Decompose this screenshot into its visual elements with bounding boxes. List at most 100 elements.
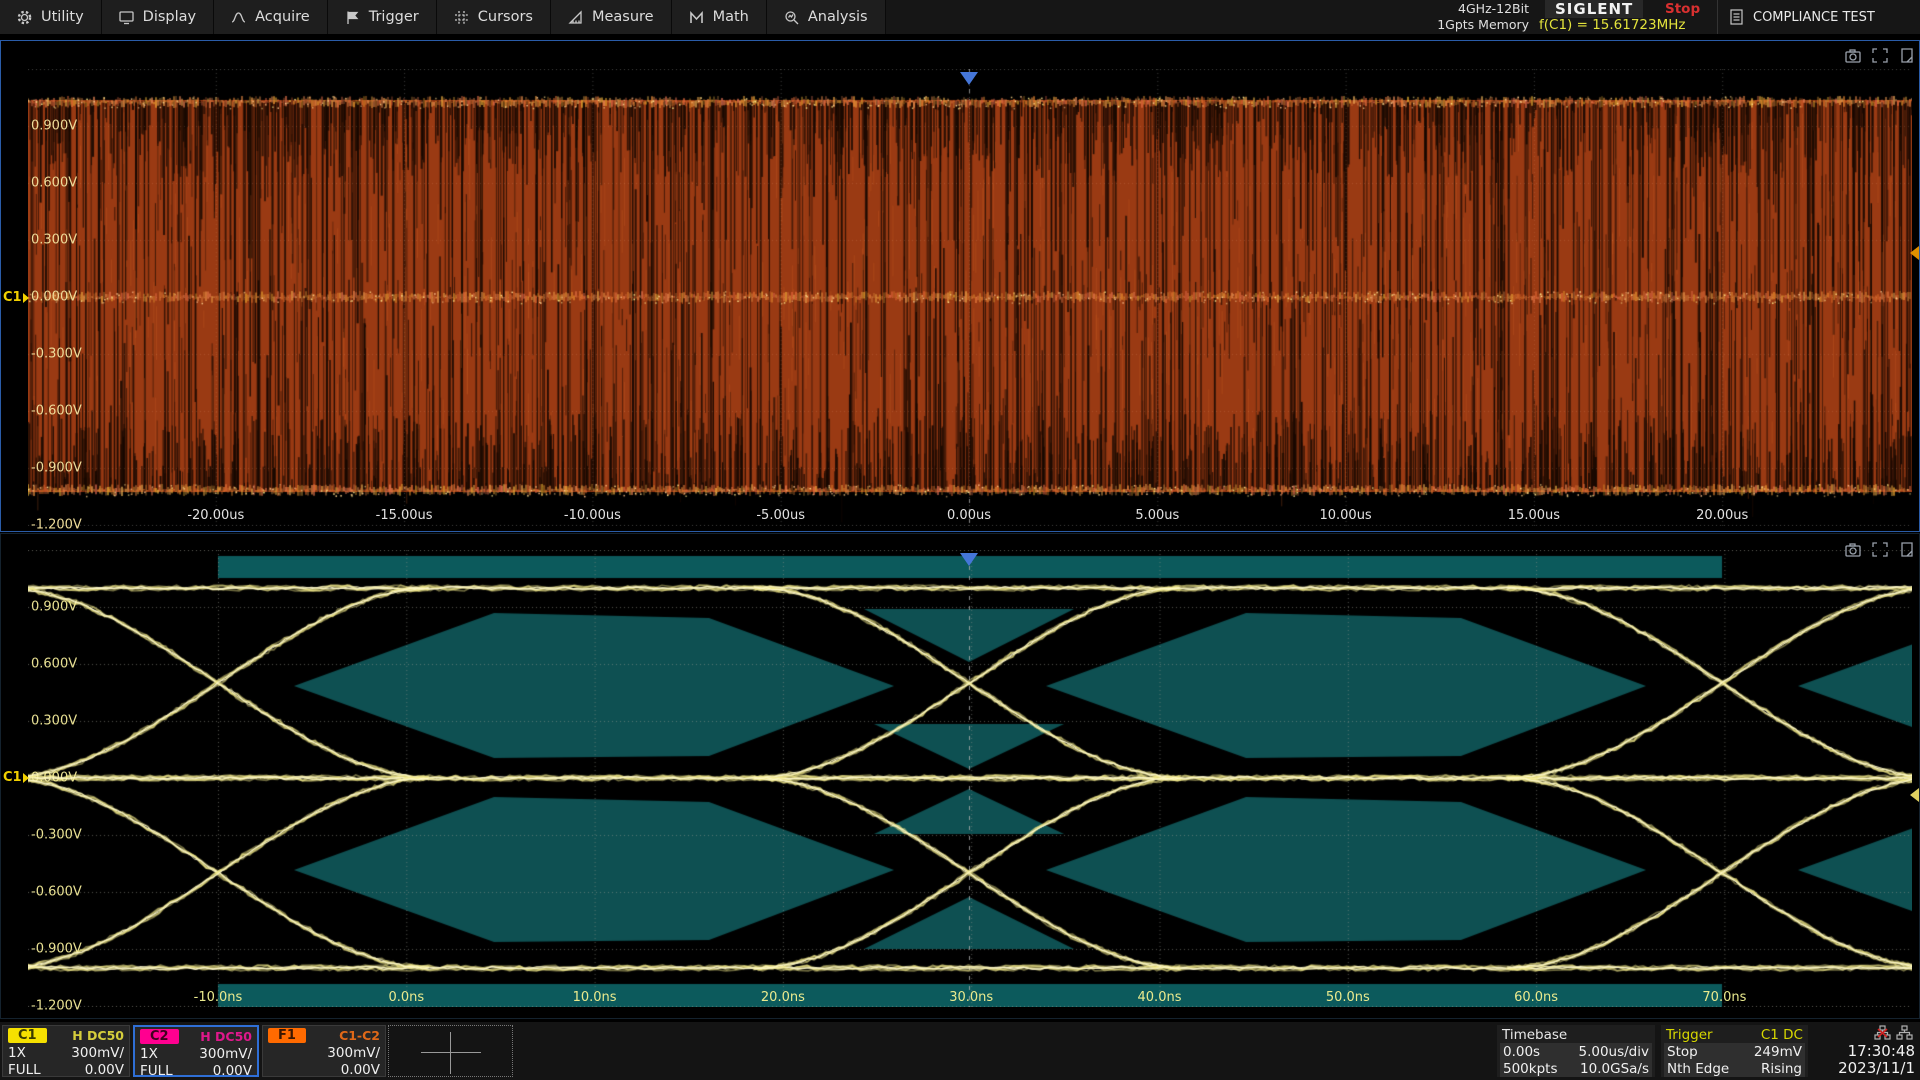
timebase-title: Timebase	[1502, 1027, 1567, 1043]
camera-icon[interactable]	[1845, 542, 1861, 557]
flag-icon	[345, 10, 360, 25]
menu-item-cursors[interactable]: Cursors	[437, 0, 551, 34]
menu-item-acquire[interactable]: Acquire	[214, 0, 328, 34]
page-flip-icon[interactable]	[1899, 542, 1915, 557]
p1-x-label: -10.00us	[564, 508, 621, 523]
atten-c1: 1X	[8, 1045, 26, 1061]
trigger-type: Nth Edge	[1667, 1061, 1729, 1077]
compliance-test-button[interactable]: COMPLIANCE TEST	[1717, 0, 1920, 34]
channel-offset-marker-eye[interactable]: C1	[3, 770, 29, 785]
right-arrow-icon	[23, 773, 29, 783]
scale-c1: 300mV/	[71, 1045, 124, 1061]
expand-icon[interactable]	[1872, 542, 1888, 557]
camera-icon[interactable]	[1845, 48, 1861, 63]
expand-icon[interactable]	[1872, 48, 1888, 63]
clipboard-icon	[1730, 9, 1743, 25]
scale-f1: 300mV/	[327, 1045, 380, 1061]
trigger-box[interactable]: TriggerC1 DC Stop249mV Nth EdgeRising	[1661, 1025, 1808, 1077]
acquisition-status[interactable]: Stop	[1665, 1, 1700, 17]
channel-offset-marker[interactable]: C1	[3, 290, 29, 305]
measure-icon	[568, 10, 583, 25]
crosshair-icon	[450, 1032, 451, 1074]
mode-label: COMPLIANCE TEST	[1753, 10, 1875, 25]
trigger-position-marker-eye[interactable]	[960, 553, 978, 566]
p2-x-label: 50.0ns	[1326, 990, 1370, 1005]
menu-item-analysis[interactable]: Analysis	[767, 0, 886, 34]
channel-box-f1[interactable]: F1 C1-C2 300mV/ 0.00V	[262, 1025, 386, 1077]
coupling-c1: H DC50	[72, 1028, 124, 1043]
eye-level-marker[interactable]	[1910, 788, 1919, 802]
status-bar: C1H DC50 1X300mV/ FULL0.00V C2H DC50 1X3…	[0, 1021, 1920, 1080]
source-f1: C1-C2	[339, 1028, 380, 1043]
gear-icon	[17, 10, 32, 25]
p1-y-label: -0.600V	[31, 404, 82, 419]
channel-box-c2[interactable]: C2H DC50 1X300mV/ FULL0.00V	[133, 1025, 259, 1077]
timebase-scale: 5.00us/div	[1578, 1044, 1649, 1060]
menu-item-label: Measure	[592, 9, 654, 25]
offset-c2: 0.00V	[213, 1063, 252, 1079]
menu-item-label: Trigger	[369, 9, 419, 25]
trigger-status: Stop	[1667, 1044, 1698, 1060]
menu-item-utility[interactable]: Utility	[0, 0, 102, 34]
hardware-info: 4GHz-12Bit 1Gpts Memory	[1379, 0, 1537, 34]
trigger-title: Trigger	[1666, 1027, 1713, 1043]
clock-area: 17:30:48 2023/11/1	[1813, 1025, 1917, 1077]
timebase-box[interactable]: Timebase 0.00s5.00us/div 500kpts10.0GSa/…	[1497, 1025, 1655, 1077]
main-waveform-canvas	[28, 69, 1912, 526]
p1-y-label: -1.200V	[31, 518, 82, 533]
sample-rate: 10.0GSa/s	[1580, 1061, 1649, 1077]
p1-y-label: -0.300V	[31, 347, 82, 362]
p1-x-label: 15.00us	[1508, 508, 1560, 523]
acquire-icon	[231, 10, 246, 25]
p1-x-label: -5.00us	[756, 508, 805, 523]
brand-logo: SIGLENT	[1545, 0, 1643, 18]
menu-item-label: Math	[713, 9, 749, 25]
bandwidth-c2: FULL	[140, 1063, 173, 1079]
bandwidth-c1: FULL	[8, 1062, 41, 1078]
p2-x-label: 0.0ns	[388, 990, 424, 1005]
p2-x-label: -10.0ns	[194, 990, 243, 1005]
crosshair-icon	[421, 1052, 481, 1053]
panel1-tools	[1845, 48, 1915, 63]
menu-item-trigger[interactable]: Trigger	[328, 0, 437, 34]
timebase-delay: 0.00s	[1503, 1044, 1540, 1060]
p2-x-label: 70.0ns	[1702, 990, 1746, 1005]
p1-x-label: -20.00us	[187, 508, 244, 523]
header-right: 4GHz-12Bit 1Gpts Memory SIGLENT Stop f(C…	[1379, 0, 1920, 34]
brand-box: SIGLENT Stop f(C1) = 15.61723MHz	[1537, 0, 1717, 34]
trigger-level-marker[interactable]	[1910, 246, 1919, 260]
p1-x-label: -15.00us	[376, 508, 433, 523]
menu-item-math[interactable]: Math	[672, 0, 767, 34]
scale-c2: 300mV/	[199, 1046, 252, 1062]
p2-x-label: 20.0ns	[761, 990, 805, 1005]
channel-badge-f1: F1	[268, 1028, 306, 1043]
p2-x-label: 60.0ns	[1514, 990, 1558, 1005]
menu-item-label: Display	[143, 9, 196, 25]
panel2-tools	[1845, 542, 1915, 557]
trigger-level: 249mV	[1754, 1044, 1802, 1060]
offset-f1: 0.00V	[341, 1062, 380, 1078]
p1-x-label: 10.00us	[1319, 508, 1371, 523]
p1-y-label: 0.000V	[31, 290, 77, 305]
p1-y-label: -0.900V	[31, 461, 82, 476]
menu-item-label: Cursors	[478, 9, 533, 25]
p1-y-label: 0.900V	[31, 119, 77, 134]
trigger-position-marker[interactable]	[960, 72, 978, 85]
channel-badge-c1: C1	[8, 1028, 47, 1043]
menu-item-display[interactable]: Display	[102, 0, 214, 34]
menu-item-label: Acquire	[255, 9, 310, 25]
math-icon	[689, 10, 704, 25]
menu-item-measure[interactable]: Measure	[551, 0, 672, 34]
coupling-c2: H DC50	[200, 1029, 252, 1044]
lan-disconnected-icon	[1874, 1025, 1891, 1040]
add-channel-dropbox[interactable]	[388, 1025, 513, 1077]
channel-box-c1[interactable]: C1H DC50 1X300mV/ FULL0.00V	[2, 1025, 130, 1077]
p2-x-label: 40.0ns	[1138, 990, 1182, 1005]
page-flip-icon[interactable]	[1899, 48, 1915, 63]
frequency-readout: f(C1) = 15.61723MHz	[1539, 17, 1686, 33]
bandwidth-label: 4GHz-12Bit	[1379, 1, 1529, 17]
cursors-icon	[454, 10, 469, 25]
p1-x-label: 5.00us	[1135, 508, 1179, 523]
p1-x-label: 0.00us	[947, 508, 991, 523]
trigger-source: C1 DC	[1761, 1027, 1803, 1043]
